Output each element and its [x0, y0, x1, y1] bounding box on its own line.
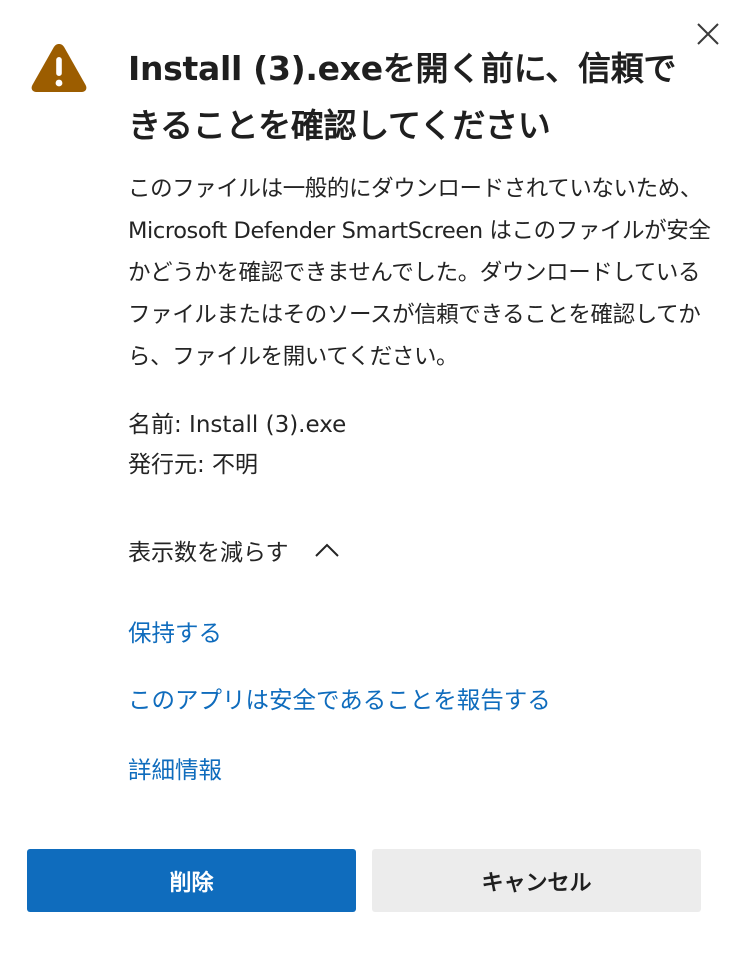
file-name-label: 名前: Install (3).exe: [128, 412, 347, 438]
report-safe-link[interactable]: このアプリは安全であることを報告する: [128, 680, 551, 720]
show-less-label: 表示数を減らす: [128, 540, 289, 566]
close-button[interactable]: [688, 14, 728, 54]
show-less-toggle[interactable]: 表示数を減らす: [128, 528, 341, 572]
dialog-description: このファイルは一般的にダウンロードされていないため、Microsoft Defe…: [128, 176, 711, 370]
keep-link[interactable]: 保持する: [128, 613, 222, 653]
chevron-up-icon: [314, 543, 339, 557]
smartscreen-dialog: Install (3).exeを開く前に、信頼できることを確認してください この…: [0, 0, 749, 956]
warning-icon: [31, 44, 87, 92]
close-icon: [697, 23, 719, 45]
cancel-button[interactable]: キャンセル: [372, 849, 701, 912]
dialog-title: Install (3).exeを開く前に、信頼できることを確認してください: [128, 49, 677, 145]
more-info-link[interactable]: 詳細情報: [128, 750, 222, 790]
cancel-button-label: キャンセル: [481, 870, 592, 896]
publisher-label: 発行元: 不明: [128, 452, 259, 478]
delete-button[interactable]: 削除: [27, 849, 356, 912]
delete-button-label: 削除: [169, 870, 214, 896]
